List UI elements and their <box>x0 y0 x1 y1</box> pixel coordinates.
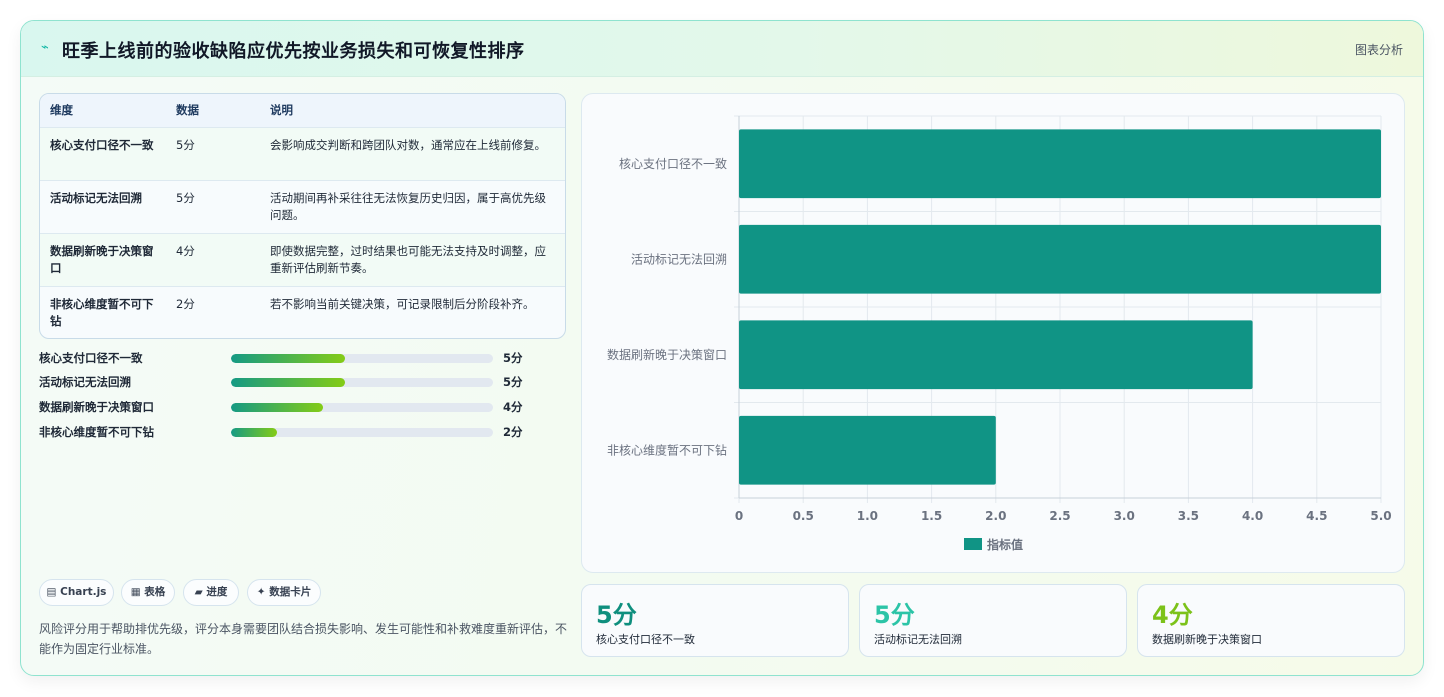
progress-value: 5分 <box>503 351 523 365</box>
x-tick-label: 5.0 <box>1370 509 1391 523</box>
progress-item: 核心支付口径不一致 5分 <box>39 350 539 366</box>
x-tick-label: 4.0 <box>1242 509 1263 523</box>
progress-fill <box>231 403 323 412</box>
y-tick-label: 数据刷新晚于决策窗口 <box>607 347 727 362</box>
table-row: 非核心维度暂不可下钻 2分 若不影响当前关键决策，可记录限制后分阶段补齐。 <box>40 286 565 338</box>
progress-track <box>231 428 493 437</box>
legend-label: 指标值 <box>987 537 1023 552</box>
table-cell-dimension: 核心支付口径不一致 <box>50 138 154 152</box>
spark-icon: ⌁ <box>41 40 49 55</box>
progress-label: 非核心维度暂不可下钻 <box>39 425 154 439</box>
card-header: ⌁ 旺季上线前的验收缺陷应优先按业务损失和可恢复性排序 图表分析 <box>21 21 1423 77</box>
tag-table[interactable]: ▦ 表格 <box>121 579 175 606</box>
kpi-label: 活动标记无法回溯 <box>874 633 962 646</box>
x-tick-label: 3.5 <box>1178 509 1199 523</box>
progress-track <box>231 354 493 363</box>
progress-fill <box>231 354 345 363</box>
page-title: 旺季上线前的验收缺陷应优先按业务损失和可恢复性排序 <box>62 41 525 62</box>
x-tick-label: 3.0 <box>1114 509 1135 523</box>
table-cell-description: 活动期间再补采往往无法恢复历史归因，属于高优先级问题。 <box>270 191 546 222</box>
progress-value: 2分 <box>503 425 523 439</box>
kpi-card: 5分 核心支付口径不一致 <box>581 584 849 657</box>
x-tick-label: 1.0 <box>857 509 878 523</box>
bar <box>739 129 1381 199</box>
tag-progress[interactable]: ▰ 进度 <box>183 579 239 606</box>
table-row: 数据刷新晚于决策窗口 4分 即使数据完整，过时结果也可能无法支持及时调整，应重新… <box>40 233 565 286</box>
y-tick-label: 活动标记无法回溯 <box>631 251 727 266</box>
progress-item: 数据刷新晚于决策窗口 4分 <box>39 399 539 415</box>
y-tick-label: 非核心维度暂不可下钻 <box>607 442 727 457</box>
kpi-value: 5分 <box>596 601 637 629</box>
progress-label: 数据刷新晚于决策窗口 <box>39 400 154 414</box>
table-row: 活动标记无法回溯 5分 活动期间再补采往往无法恢复历史归因，属于高优先级问题。 <box>40 180 565 233</box>
progress-value: 4分 <box>503 400 523 414</box>
data-table: 维度 数据 说明 核心支付口径不一致 5分 会影响成交判断和跨团队对数，通常应在… <box>39 93 566 339</box>
column-header: 数据 <box>176 103 199 117</box>
x-tick-label: 2.5 <box>1049 509 1070 523</box>
kpi-label: 核心支付口径不一致 <box>596 633 695 646</box>
kpi-card: 4分 数据刷新晚于决策窗口 <box>1137 584 1405 657</box>
dashboard-card: ⌁ 旺季上线前的验收缺陷应优先按业务损失和可恢复性排序 图表分析 维度 数据 说… <box>20 20 1424 676</box>
progress-value: 5分 <box>503 375 523 389</box>
table-cell-dimension: 活动标记无法回溯 <box>50 191 142 205</box>
chart-panel: 0 0.5 1.0 1.5 2.0 2.5 3.0 3.5 4.0 4.5 5.0 核心支付口径不一致… <box>581 93 1405 573</box>
table-cell-description: 即使数据完整，过时结果也可能无法支持及时调整，应重新评估刷新节奏。 <box>270 244 546 275</box>
x-tick-label: 4.5 <box>1306 509 1327 523</box>
table-cell-value: 2分 <box>176 297 195 311</box>
progress-item: 非核心维度暂不可下钻 2分 <box>39 424 539 440</box>
x-tick-label: 0.5 <box>793 509 814 523</box>
table-cell-description: 若不影响当前关键决策，可记录限制后分阶段补齐。 <box>270 297 535 311</box>
kpi-value: 4分 <box>1152 601 1193 629</box>
y-tick-label: 核心支付口径不一致 <box>619 157 727 171</box>
progress-fill <box>231 378 345 387</box>
x-tick-label: 2.0 <box>985 509 1006 523</box>
kpi-label: 数据刷新晚于决策窗口 <box>1152 633 1262 646</box>
x-tick-label: 0 <box>735 509 743 523</box>
table-cell-value: 5分 <box>176 191 195 205</box>
footnote: 风险评分用于帮助排优先级，评分本身需要团队结合损失影响、发生可能性和补救难度重新… <box>39 622 568 656</box>
table-cell-description: 会影响成交判断和跨团队对数，通常应在上线前修复。 <box>270 138 546 152</box>
progress-label: 活动标记无法回溯 <box>39 375 131 389</box>
progress-item: 活动标记无法回溯 5分 <box>39 374 539 390</box>
kpi-card: 5分 活动标记无法回溯 <box>859 584 1127 657</box>
tag-data-cards[interactable]: ✦ 数据卡片 <box>247 579 321 606</box>
bar <box>739 415 996 485</box>
tag-chartjs[interactable]: ▤ Chart.js <box>39 579 114 606</box>
progress-fill <box>231 428 277 437</box>
table-row: 核心支付口径不一致 5分 会影响成交判断和跨团队对数，通常应在上线前修复。 <box>40 127 565 180</box>
table-cell-dimension: 数据刷新晚于决策窗口 <box>50 244 154 275</box>
legend-swatch <box>964 538 982 550</box>
x-tick-label: 1.5 <box>921 509 942 523</box>
table-header-row: 维度 数据 说明 <box>40 94 565 127</box>
bar <box>739 224 1381 294</box>
bar-chart: 0 0.5 1.0 1.5 2.0 2.5 3.0 3.5 4.0 4.5 5.0 核心支付口径不一致… <box>607 115 1392 552</box>
table-cell-value: 4分 <box>176 244 195 258</box>
bar <box>739 320 1253 390</box>
progress-track <box>231 378 493 387</box>
chart-analysis-link[interactable]: 图表分析 <box>1355 41 1403 58</box>
column-header: 说明 <box>270 103 293 117</box>
table-cell-value: 5分 <box>176 138 195 152</box>
kpi-value: 5分 <box>874 601 915 629</box>
table-cell-dimension: 非核心维度暂不可下钻 <box>50 297 154 328</box>
progress-label: 核心支付口径不一致 <box>39 351 143 365</box>
column-header: 维度 <box>50 103 73 117</box>
progress-track <box>231 403 493 412</box>
